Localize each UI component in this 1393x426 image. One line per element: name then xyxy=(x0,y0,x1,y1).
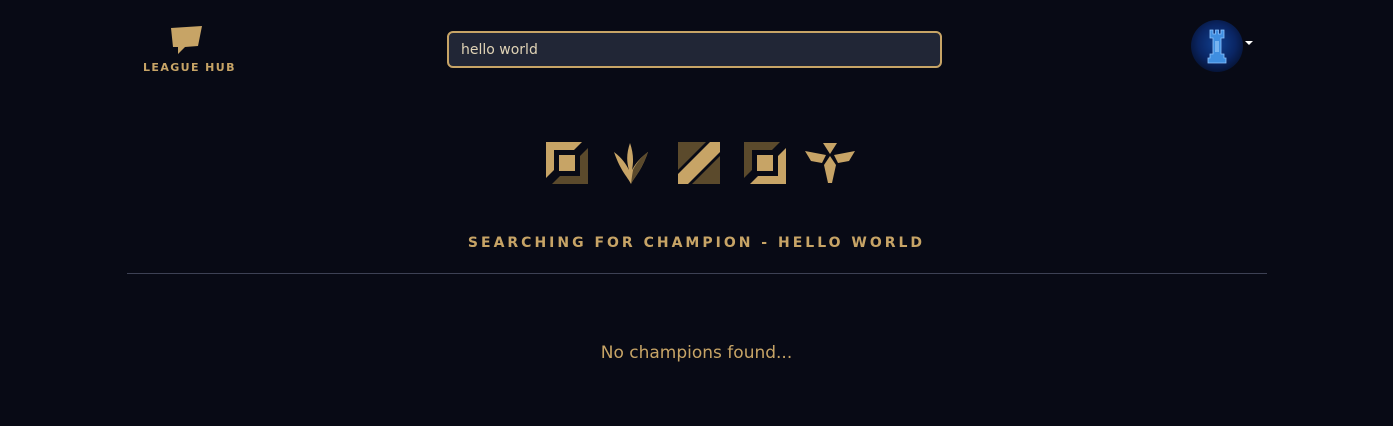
user-avatar[interactable] xyxy=(1191,20,1243,72)
support-icon[interactable] xyxy=(804,140,856,186)
page: LEAGUE HUB hello world SEARCHING FOR CHA… xyxy=(0,0,1393,426)
top-lane-icon[interactable] xyxy=(544,140,590,186)
jungle-icon[interactable] xyxy=(608,140,654,186)
bottom-lane-icon[interactable] xyxy=(742,140,788,186)
search-input[interactable] xyxy=(447,31,942,68)
league-hub-logo[interactable]: LEAGUE HUB xyxy=(140,22,235,78)
chevron-down-icon[interactable] xyxy=(1245,41,1253,45)
speech-bubble-logo-icon xyxy=(171,26,202,54)
search-results-title: SEARCHING FOR CHAMPION - HELLO WORLD xyxy=(467,235,926,251)
logo-text: LEAGUE HUB xyxy=(143,61,236,74)
rook-avatar-icon xyxy=(1207,29,1227,64)
empty-results-message: No champions found... xyxy=(600,343,793,363)
role-filter-bar xyxy=(544,140,860,186)
mid-lane-icon[interactable] xyxy=(676,140,722,186)
divider xyxy=(127,273,1267,274)
